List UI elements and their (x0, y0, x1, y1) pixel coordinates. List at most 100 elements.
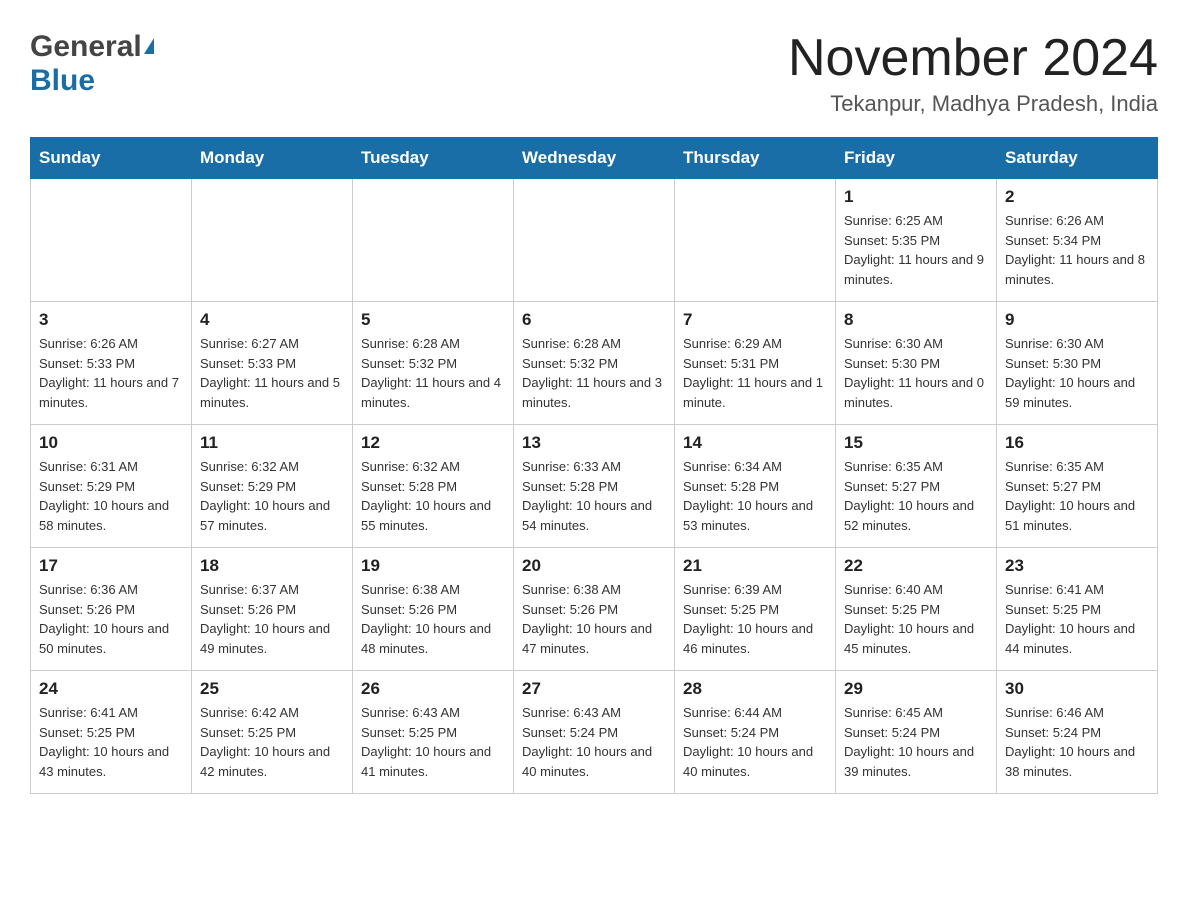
day-number: 3 (39, 310, 183, 330)
day-info: Sunrise: 6:46 AMSunset: 5:24 PMDaylight:… (1005, 703, 1149, 781)
calendar-cell: 29 Sunrise: 6:45 AMSunset: 5:24 PMDayligh… (836, 671, 997, 794)
day-header-monday: Monday (192, 138, 353, 179)
month-title: November 2024 (788, 30, 1158, 87)
calendar-table: SundayMondayTuesdayWednesdayThursdayFrid… (30, 137, 1158, 794)
day-info: Sunrise: 6:38 AMSunset: 5:26 PMDaylight:… (361, 580, 505, 658)
calendar-cell: 11 Sunrise: 6:32 AMSunset: 5:29 PMDayligh… (192, 425, 353, 548)
calendar-cell: 9Sunrise: 6:30 AMSunset: 5:30 PMDaylight… (997, 302, 1158, 425)
location-text: Tekanpur, Madhya Pradesh, India (788, 91, 1158, 117)
day-number: 15 (844, 433, 988, 453)
page-header: General Blue November 2024 Tekanpur, Mad… (30, 30, 1158, 117)
calendar-cell: 1 Sunrise: 6:25 AMSunset: 5:35 PMDaylight… (836, 179, 997, 302)
calendar-cell: 27 Sunrise: 6:43 AMSunset: 5:24 PMDayligh… (514, 671, 675, 794)
day-number: 22 (844, 556, 988, 576)
calendar-cell: 10 Sunrise: 6:31 AMSunset: 5:29 PMDayligh… (31, 425, 192, 548)
calendar-cell: 6 Sunrise: 6:28 AMSunset: 5:32 PMDaylight… (514, 302, 675, 425)
day-info: Sunrise: 6:32 AMSunset: 5:29 PMDaylight:… (200, 457, 344, 535)
day-number: 17 (39, 556, 183, 576)
day-info: Sunrise: 6:44 AMSunset: 5:24 PMDaylight:… (683, 703, 827, 781)
calendar-cell: 2 Sunrise: 6:26 AMSunset: 5:34 PMDaylight… (997, 179, 1158, 302)
day-number: 11 (200, 433, 344, 453)
day-info: Sunrise: 6:38 AMSunset: 5:26 PMDaylight:… (522, 580, 666, 658)
day-info: Sunrise: 6:34 AMSunset: 5:28 PMDaylight:… (683, 457, 827, 535)
day-number: 7 (683, 310, 827, 330)
day-info: Sunrise: 6:26 AMSunset: 5:34 PMDaylight:… (1005, 211, 1149, 289)
day-info: Sunrise: 6:37 AMSunset: 5:26 PMDaylight:… (200, 580, 344, 658)
day-info: Sunrise: 6:35 AMSunset: 5:27 PMDaylight:… (1005, 457, 1149, 535)
day-info: Sunrise: 6:43 AMSunset: 5:24 PMDaylight:… (522, 703, 666, 781)
day-number: 25 (200, 679, 344, 699)
day-info: Sunrise: 6:27 AMSunset: 5:33 PMDaylight:… (200, 334, 344, 412)
title-section: November 2024 Tekanpur, Madhya Pradesh, … (788, 30, 1158, 117)
day-info: Sunrise: 6:28 AMSunset: 5:32 PMDaylight:… (522, 334, 666, 412)
calendar-week-row: 24 Sunrise: 6:41 AMSunset: 5:25 PMDayligh… (31, 671, 1158, 794)
calendar-cell: 20 Sunrise: 6:38 AMSunset: 5:26 PMDayligh… (514, 548, 675, 671)
day-info: Sunrise: 6:28 AMSunset: 5:32 PMDaylight:… (361, 334, 505, 412)
day-number: 1 (844, 187, 988, 207)
day-number: 2 (1005, 187, 1149, 207)
day-header-wednesday: Wednesday (514, 138, 675, 179)
calendar-cell: 8 Sunrise: 6:30 AMSunset: 5:30 PMDaylight… (836, 302, 997, 425)
day-info: Sunrise: 6:29 AMSunset: 5:31 PMDaylight:… (683, 334, 827, 412)
day-number: 12 (361, 433, 505, 453)
calendar-cell (675, 179, 836, 302)
calendar-cell: 3 Sunrise: 6:26 AMSunset: 5:33 PMDaylight… (31, 302, 192, 425)
day-number: 14 (683, 433, 827, 453)
calendar-week-row: 1 Sunrise: 6:25 AMSunset: 5:35 PMDaylight… (31, 179, 1158, 302)
day-info: Sunrise: 6:33 AMSunset: 5:28 PMDaylight:… (522, 457, 666, 535)
day-info: Sunrise: 6:31 AMSunset: 5:29 PMDaylight:… (39, 457, 183, 535)
day-number: 19 (361, 556, 505, 576)
day-header-tuesday: Tuesday (353, 138, 514, 179)
day-number: 27 (522, 679, 666, 699)
calendar-cell: 7 Sunrise: 6:29 AMSunset: 5:31 PMDaylight… (675, 302, 836, 425)
calendar-cell: 25Sunrise: 6:42 AMSunset: 5:25 PMDayligh… (192, 671, 353, 794)
calendar-cell: 24 Sunrise: 6:41 AMSunset: 5:25 PMDayligh… (31, 671, 192, 794)
day-number: 6 (522, 310, 666, 330)
calendar-cell: 5Sunrise: 6:28 AMSunset: 5:32 PMDaylight… (353, 302, 514, 425)
day-info: Sunrise: 6:25 AMSunset: 5:35 PMDaylight:… (844, 211, 988, 289)
day-number: 21 (683, 556, 827, 576)
calendar-week-row: 10 Sunrise: 6:31 AMSunset: 5:29 PMDayligh… (31, 425, 1158, 548)
calendar-week-row: 3 Sunrise: 6:26 AMSunset: 5:33 PMDaylight… (31, 302, 1158, 425)
logo-general-text: General (30, 30, 142, 64)
day-info: Sunrise: 6:35 AMSunset: 5:27 PMDaylight:… (844, 457, 988, 535)
day-header-friday: Friday (836, 138, 997, 179)
calendar-cell: 4 Sunrise: 6:27 AMSunset: 5:33 PMDaylight… (192, 302, 353, 425)
calendar-cell (514, 179, 675, 302)
day-number: 8 (844, 310, 988, 330)
day-info: Sunrise: 6:41 AMSunset: 5:25 PMDaylight:… (1005, 580, 1149, 658)
day-info: Sunrise: 6:45 AMSunset: 5:24 PMDaylight:… (844, 703, 988, 781)
day-number: 24 (39, 679, 183, 699)
day-number: 18 (200, 556, 344, 576)
day-number: 30 (1005, 679, 1149, 699)
day-number: 29 (844, 679, 988, 699)
day-number: 16 (1005, 433, 1149, 453)
calendar-cell: 23 Sunrise: 6:41 AMSunset: 5:25 PMDayligh… (997, 548, 1158, 671)
logo: General Blue (30, 30, 154, 98)
day-number: 13 (522, 433, 666, 453)
calendar-cell (192, 179, 353, 302)
calendar-cell: 28 Sunrise: 6:44 AMSunset: 5:24 PMDayligh… (675, 671, 836, 794)
day-number: 10 (39, 433, 183, 453)
day-info: Sunrise: 6:30 AMSunset: 5:30 PMDaylight:… (844, 334, 988, 412)
calendar-cell: 14 Sunrise: 6:34 AMSunset: 5:28 PMDayligh… (675, 425, 836, 548)
calendar-cell: 18 Sunrise: 6:37 AMSunset: 5:26 PMDayligh… (192, 548, 353, 671)
calendar-cell: 22 Sunrise: 6:40 AMSunset: 5:25 PMDayligh… (836, 548, 997, 671)
day-info: Sunrise: 6:32 AMSunset: 5:28 PMDaylight:… (361, 457, 505, 535)
logo-triangle-icon (144, 38, 154, 54)
day-info: Sunrise: 6:26 AMSunset: 5:33 PMDaylight:… (39, 334, 183, 412)
day-number: 28 (683, 679, 827, 699)
day-info: Sunrise: 6:40 AMSunset: 5:25 PMDaylight:… (844, 580, 988, 658)
day-number: 20 (522, 556, 666, 576)
day-number: 4 (200, 310, 344, 330)
calendar-cell: 21Sunrise: 6:39 AMSunset: 5:25 PMDayligh… (675, 548, 836, 671)
calendar-cell: 26Sunrise: 6:43 AMSunset: 5:25 PMDayligh… (353, 671, 514, 794)
calendar-cell: 30 Sunrise: 6:46 AMSunset: 5:24 PMDayligh… (997, 671, 1158, 794)
day-number: 23 (1005, 556, 1149, 576)
day-header-thursday: Thursday (675, 138, 836, 179)
calendar-cell: 12 Sunrise: 6:32 AMSunset: 5:28 PMDayligh… (353, 425, 514, 548)
calendar-week-row: 17Sunrise: 6:36 AMSunset: 5:26 PMDayligh… (31, 548, 1158, 671)
day-info: Sunrise: 6:41 AMSunset: 5:25 PMDaylight:… (39, 703, 183, 781)
day-number: 26 (361, 679, 505, 699)
day-number: 9 (1005, 310, 1149, 330)
